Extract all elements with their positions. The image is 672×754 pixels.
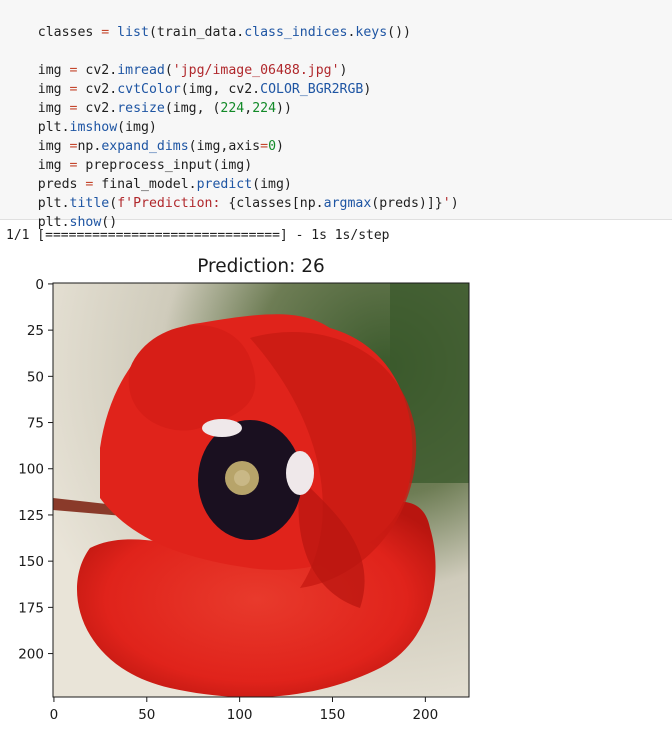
code-cell[interactable]: classes = list(train_data.class_indices.… — [0, 0, 672, 230]
code-token: 0 — [268, 139, 277, 154]
code-token: 224 — [220, 101, 245, 116]
code-token: (train_data. — [148, 25, 245, 40]
code-token: keys — [355, 25, 388, 40]
code-line-1: classes = list(train_data.class_indices.… — [6, 4, 411, 40]
y-tick-label: 175 — [18, 600, 44, 616]
code-token: class_indices — [244, 25, 348, 40]
code-token: (img, ( — [164, 101, 221, 116]
code-token: (preds)]} — [371, 196, 443, 211]
plot-title: Prediction: 26 — [197, 256, 325, 277]
code-line-4: img = cv2.cvtColor(img, cv2.COLOR_BGR2RG… — [6, 61, 372, 97]
code-token: ) — [450, 196, 459, 211]
center-highlight-top — [202, 419, 242, 437]
center-highlight-right — [286, 451, 314, 495]
code-token: argmax — [323, 196, 372, 211]
code-token: ) — [276, 139, 284, 154]
plot-svg: Prediction: 26 0 25 50 75 100 125 150 175 200 0 5… — [18, 256, 470, 723]
y-tick-label: 125 — [18, 508, 44, 524]
x-tick-label: 50 — [138, 707, 155, 723]
code-line-5: img = cv2.resize(img, (224,224)) — [6, 80, 292, 116]
code-token: , — [244, 101, 253, 116]
x-tick-label: 200 — [412, 707, 438, 723]
code-token: {classes[np. — [228, 196, 324, 211]
code-line-9: preds = final_model.predict(img) — [6, 156, 292, 192]
x-tick-label: 150 — [320, 707, 346, 723]
y-axis: 0 25 50 75 100 125 150 175 200 — [18, 277, 53, 663]
code-token: 224 — [252, 101, 277, 116]
image-plot: Prediction: 26 0 25 50 75 100 125 150 175 200 0 5… — [0, 248, 672, 750]
y-tick-label: 100 — [18, 462, 44, 478]
y-tick-label: 200 — [18, 647, 44, 663]
code-token: list — [117, 25, 149, 40]
progress-output: 1/1 [==============================] - 1… — [6, 228, 390, 243]
code-token: = — [93, 25, 118, 40]
code-line-7: img =np.expand_dims(img,axis=0) — [6, 118, 284, 154]
code-token: )) — [276, 101, 292, 116]
y-tick-label: 0 — [35, 277, 44, 293]
x-axis: 0 50 100 150 200 — [50, 697, 438, 723]
code-line-3: img = cv2.imread('jpg/image_06488.jpg') — [6, 42, 348, 78]
code-token: f'Prediction: — [117, 196, 229, 211]
y-tick-label: 75 — [27, 416, 44, 432]
x-tick-label: 100 — [227, 707, 253, 723]
flower-image — [53, 283, 469, 697]
code-line-11: plt.show() — [6, 194, 117, 230]
x-tick-label: 0 — [50, 707, 59, 723]
stigma-center — [234, 470, 250, 486]
code-token: ()) — [387, 25, 411, 40]
y-tick-label: 50 — [27, 369, 44, 385]
code-line-8: img = preprocess_input(img) — [6, 137, 252, 173]
code-token: = — [260, 139, 269, 154]
code-token: ' — [442, 196, 451, 211]
code-line-10: plt.title(f'Prediction: {classes[np.argm… — [6, 175, 459, 211]
code-token: classes — [37, 25, 94, 40]
code-token: ) — [363, 82, 372, 97]
y-tick-label: 25 — [27, 323, 44, 339]
y-tick-label: 150 — [18, 554, 44, 570]
code-line-6: plt.imshow(img) — [6, 99, 157, 135]
